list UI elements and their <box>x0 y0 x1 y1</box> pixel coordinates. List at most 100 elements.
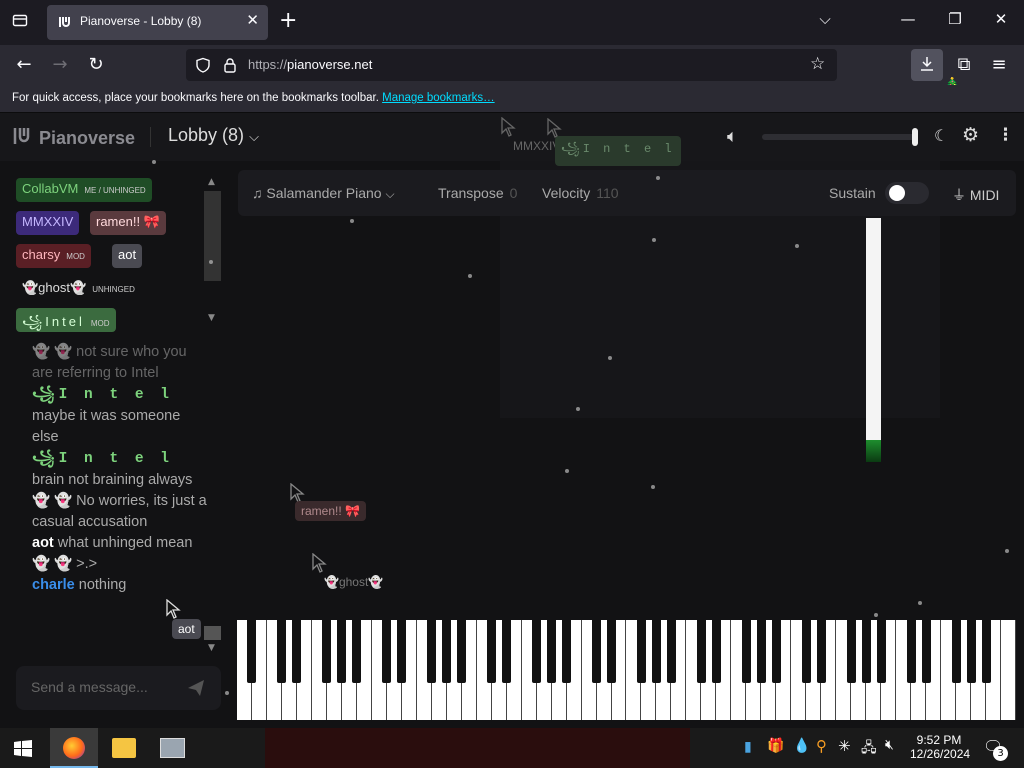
piano-black-key[interactable] <box>801 620 811 683</box>
restore-button[interactable]: ❐ <box>940 10 970 28</box>
piano-keyboard[interactable] <box>237 620 1016 720</box>
minimize-button[interactable]: — <box>893 10 923 28</box>
scroll-down-icon[interactable]: ▼ <box>208 313 215 323</box>
list-all-tabs-icon[interactable]: ⌵ <box>810 10 840 28</box>
tab-list-button[interactable] <box>8 11 32 35</box>
chat-scrollbar-thumb[interactable] <box>204 626 221 640</box>
piano-black-key[interactable] <box>457 620 467 683</box>
sustain-toggle[interactable] <box>885 182 929 204</box>
piano-black-key[interactable] <box>846 620 856 683</box>
piano-black-key[interactable] <box>277 620 287 683</box>
shield-icon[interactable] <box>195 57 211 73</box>
forward-button[interactable]: → <box>48 53 72 77</box>
piano-black-key[interactable] <box>592 620 602 683</box>
piano-black-key[interactable] <box>696 620 706 683</box>
chat-scrollbar[interactable]: ▼ <box>204 621 221 661</box>
tray-drop-icon[interactable]: 💧 <box>793 738 810 754</box>
piano-black-key[interactable] <box>502 620 512 683</box>
scrollbar-thumb[interactable] <box>204 191 221 281</box>
downloads-button[interactable] <box>911 49 943 81</box>
tray-star-icon[interactable]: ✳ <box>838 737 851 755</box>
velocity-control[interactable]: Velocity 110 <box>542 185 619 201</box>
volume-muted-icon[interactable]: 🔇︎ <box>885 737 894 753</box>
tray-gift-icon[interactable]: 🎁 <box>767 738 784 754</box>
piano-black-key[interactable] <box>981 620 991 683</box>
user-pill-ghost[interactable]: 👻ghost👻 UNHINGED <box>16 277 141 301</box>
tray-icon-1[interactable]: ▮ <box>744 739 752 755</box>
piano-black-key[interactable] <box>562 620 572 683</box>
piano-black-key[interactable] <box>711 620 721 683</box>
piano-black-key[interactable] <box>442 620 452 683</box>
piano-black-key[interactable] <box>651 620 661 683</box>
windows-start-icon[interactable] <box>14 740 32 757</box>
network-icon[interactable]: 🖧 <box>861 737 877 761</box>
piano-black-key[interactable] <box>547 620 557 683</box>
volume-slider-handle[interactable] <box>912 128 918 146</box>
user-list-scrollbar[interactable]: ▲ ▼ <box>204 175 221 327</box>
user-pill-mmxxiv[interactable]: MMXXIV <box>16 211 80 235</box>
piano-black-key[interactable] <box>636 620 646 683</box>
user-pill-ramen[interactable]: ramen!! 🎀 <box>90 211 166 235</box>
user-pill-charsy[interactable]: charsy MOD <box>16 244 91 268</box>
piano-black-key[interactable] <box>816 620 826 683</box>
piano-black-key[interactable] <box>487 620 497 683</box>
piano-black-key[interactable] <box>771 620 781 683</box>
piano-black-key[interactable] <box>861 620 871 683</box>
piano-black-key[interactable] <box>292 620 302 683</box>
file-explorer-icon[interactable] <box>112 738 136 758</box>
more-options-icon[interactable]: ⋮ <box>997 125 1014 145</box>
piano-black-key[interactable] <box>322 620 332 683</box>
transpose-control[interactable]: Transpose 0 <box>438 185 517 201</box>
scroll-up-icon[interactable]: ▲ <box>208 177 215 187</box>
reload-button[interactable]: ↻ <box>84 53 108 77</box>
logo[interactable]: Pianoverse <box>12 125 135 149</box>
piano-black-key[interactable] <box>756 620 766 683</box>
user-pill-aot[interactable]: aot <box>112 244 143 268</box>
volume-icon[interactable]: 🔈︎ <box>727 126 738 147</box>
control-panel-icon[interactable] <box>160 738 185 758</box>
volume-slider[interactable] <box>762 128 918 146</box>
piano-black-key[interactable] <box>921 620 931 683</box>
active-tab[interactable]: Pianoverse - Lobby (8) ✕ <box>47 5 268 40</box>
gear-icon[interactable]: ⚙ <box>962 124 979 146</box>
user-pill-collabvm[interactable]: CollabVM ME / UNHINGED <box>16 178 152 202</box>
user-pill-intel[interactable]: ꧁Intel MOD <box>16 308 116 332</box>
clock[interactable]: 9:52 PM 12/26/2024 <box>910 733 970 761</box>
piano-black-key[interactable] <box>532 620 542 683</box>
message-input[interactable]: Send a message... <box>16 666 221 710</box>
piano-black-key[interactable] <box>876 620 886 683</box>
piano-black-key[interactable] <box>397 620 407 683</box>
tab-close-icon[interactable]: ✕ <box>246 11 259 29</box>
piano-black-key[interactable] <box>337 620 347 683</box>
piano-black-key[interactable] <box>906 620 916 683</box>
moon-icon[interactable]: ☾ <box>934 126 948 145</box>
piano-black-key[interactable] <box>666 620 676 683</box>
tray-search-icon[interactable]: ⚲ <box>816 737 827 755</box>
send-icon[interactable] <box>186 678 206 698</box>
piano-black-key[interactable] <box>247 620 257 683</box>
piano-white-key[interactable] <box>1001 620 1016 720</box>
manage-bookmarks-link[interactable]: Manage bookmarks… <box>382 92 495 104</box>
piano-black-key[interactable] <box>741 620 751 683</box>
user-badge: MOD <box>90 319 110 328</box>
taskbar-firefox[interactable] <box>50 728 98 768</box>
piano-black-key[interactable] <box>951 620 961 683</box>
instrument-selector[interactable]: ♫ Salamander Piano ⌵ <box>252 185 395 202</box>
url-bar[interactable]: https://pianoverse.net ☆ <box>186 49 837 81</box>
close-window-button[interactable]: ✕ <box>986 10 1016 28</box>
lock-icon[interactable] <box>222 57 238 73</box>
snowflake-dot <box>468 274 472 278</box>
menu-icon[interactable]: ≡ <box>987 53 1011 77</box>
back-button[interactable]: ← <box>12 53 36 77</box>
room-selector[interactable]: Lobby (8) ⌵ <box>168 125 259 146</box>
piano-black-key[interactable] <box>607 620 616 683</box>
piano-black-key[interactable] <box>966 620 976 683</box>
bookmark-star-icon[interactable]: ☆ <box>810 54 825 74</box>
new-tab-button[interactable]: + <box>279 8 297 33</box>
extensions-icon[interactable]: ⧉ <box>952 53 976 77</box>
midi-button[interactable]: ⏚ MIDI <box>952 185 999 205</box>
piano-black-key[interactable] <box>352 620 362 683</box>
scroll-down-icon[interactable]: ▼ <box>208 643 215 653</box>
piano-black-key[interactable] <box>382 620 392 683</box>
piano-black-key[interactable] <box>427 620 437 683</box>
